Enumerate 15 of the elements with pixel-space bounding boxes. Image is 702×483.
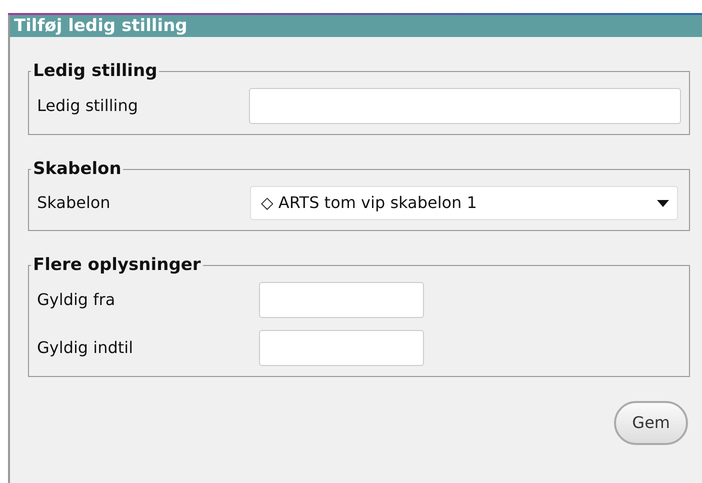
field-label: Gyldig fra <box>37 289 116 311</box>
section-legend: Flere oplysninger <box>31 257 203 274</box>
field-label: Skabelon <box>37 192 112 214</box>
field-label: Ledig stilling <box>37 95 140 117</box>
select-value: ◇ ARTS tom vip skabelon 1 <box>261 192 477 214</box>
field-label: Gyldig indtil <box>37 337 134 359</box>
section-legend: Skabelon <box>31 161 124 178</box>
section-legend: Ledig stilling <box>31 63 160 80</box>
save-button[interactable]: Gem <box>614 401 688 445</box>
input-field[interactable] <box>259 282 424 318</box>
select-dropdown[interactable]: ◇ ARTS tom vip skabelon 1 <box>250 186 678 220</box>
panel-title: Tilføj ledig stilling <box>10 15 702 37</box>
input-field[interactable] <box>259 330 424 366</box>
caret-icon <box>657 200 669 206</box>
input-field[interactable] <box>249 88 681 124</box>
